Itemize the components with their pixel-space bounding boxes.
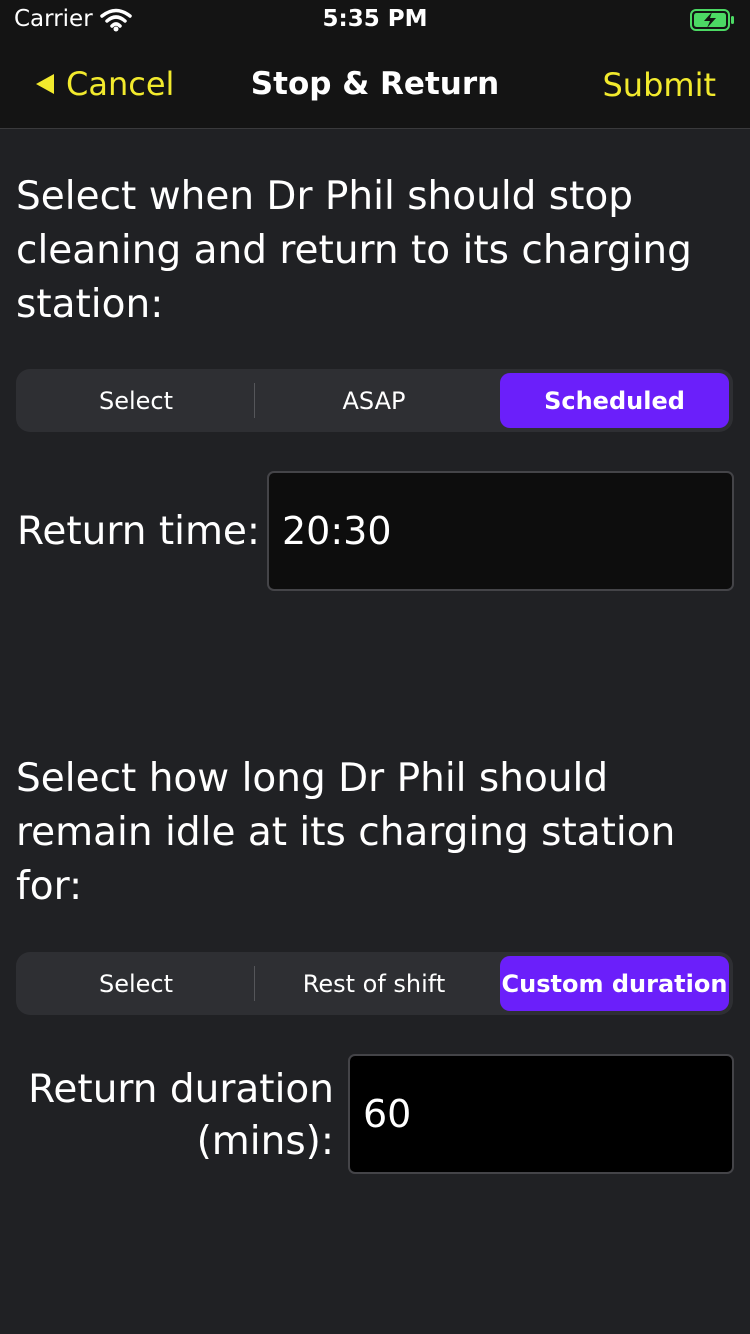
navigation-bar: Cancel Stop & Return Submit — [0, 44, 750, 129]
idle-mode-option-rest-of-shift[interactable]: Rest of shift — [256, 956, 492, 1011]
return-mode-option-asap[interactable]: ASAP — [256, 373, 492, 428]
clock: 5:35 PM — [322, 6, 428, 32]
idle-mode-option-select[interactable]: Select — [20, 956, 252, 1011]
segment-divider — [254, 383, 255, 418]
segment-divider — [254, 966, 255, 1001]
return-mode-segmented-control: Select ASAP Scheduled — [16, 369, 733, 432]
return-prompt: Select when Dr Phil should stop cleaning… — [16, 174, 692, 327]
idle-prompt: Select how long Dr Phil should remain id… — [16, 756, 676, 909]
submit-button[interactable]: Submit — [602, 66, 716, 104]
battery-charging-icon — [690, 8, 736, 36]
return-duration-value: 60 — [363, 1092, 412, 1136]
idle-mode-option-custom-duration[interactable]: Custom duration — [500, 956, 729, 1011]
return-mode-option-select[interactable]: Select — [20, 373, 252, 428]
return-time-label: Return time: — [17, 509, 261, 554]
return-duration-field[interactable]: 60 — [348, 1054, 734, 1174]
idle-mode-segmented-control: Select Rest of shift Custom duration — [16, 952, 733, 1015]
return-time-value: 20:30 — [282, 509, 392, 553]
return-mode-option-scheduled[interactable]: Scheduled — [500, 373, 729, 428]
return-duration-label: Return duration (mins): — [28, 1067, 334, 1164]
return-time-field[interactable]: 20:30 — [267, 471, 734, 591]
status-bar: Carrier 5:35 PM — [0, 0, 750, 44]
